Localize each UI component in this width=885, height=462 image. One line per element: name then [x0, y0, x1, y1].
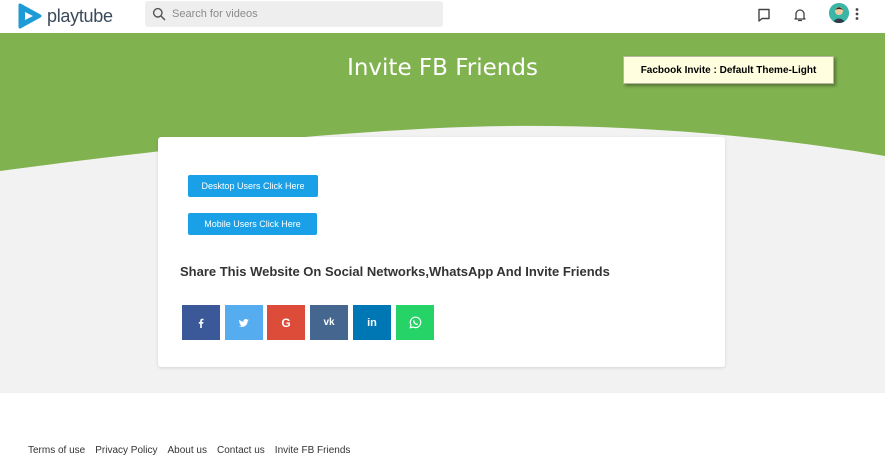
search-box[interactable] [145, 1, 443, 27]
vk-icon: vk [323, 317, 335, 328]
linkedin-share-button[interactable]: in [353, 305, 391, 340]
whatsapp-share-button[interactable] [396, 305, 434, 340]
linkedin-icon: in [367, 316, 377, 329]
logo-text: playtube [47, 5, 113, 26]
whatsapp-icon [408, 316, 421, 329]
invite-card: Desktop Users Click Here Mobile Users Cl… [158, 137, 725, 367]
footer-link-invite[interactable]: Invite FB Friends [275, 445, 351, 456]
vk-share-button[interactable]: vk [310, 305, 348, 340]
search-icon[interactable] [152, 7, 166, 21]
twitter-share-button[interactable] [225, 305, 263, 340]
footer-link-privacy[interactable]: Privacy Policy [95, 445, 157, 456]
search-input[interactable] [172, 8, 422, 20]
more-vert-icon[interactable] [853, 6, 861, 22]
twitter-icon [238, 318, 249, 327]
footer-link-terms[interactable]: Terms of use [28, 445, 85, 456]
play-logo-icon [18, 3, 42, 29]
avatar[interactable] [829, 3, 849, 23]
footer-link-about[interactable]: About us [168, 445, 207, 456]
playtube-logo[interactable]: playtube [16, 3, 113, 29]
share-heading: Share This Website On Social Networks,Wh… [180, 264, 610, 279]
facebook-icon [198, 318, 204, 328]
google-share-button[interactable]: G [267, 305, 305, 340]
top-navbar: playtube [0, 0, 885, 33]
google-icon: G [281, 315, 291, 330]
mobile-users-button[interactable]: Mobile Users Click Here [188, 213, 317, 235]
facebook-share-button[interactable] [182, 305, 220, 340]
footer-link-contact[interactable]: Contact us [217, 445, 265, 456]
footer-links: Terms of use Privacy Policy About us Con… [28, 445, 360, 456]
desktop-users-button[interactable]: Desktop Users Click Here [188, 175, 318, 197]
notifications-icon[interactable] [791, 6, 809, 24]
messages-icon[interactable] [755, 6, 773, 24]
theme-badge: Facbook Invite : Default Theme-Light [623, 56, 834, 84]
